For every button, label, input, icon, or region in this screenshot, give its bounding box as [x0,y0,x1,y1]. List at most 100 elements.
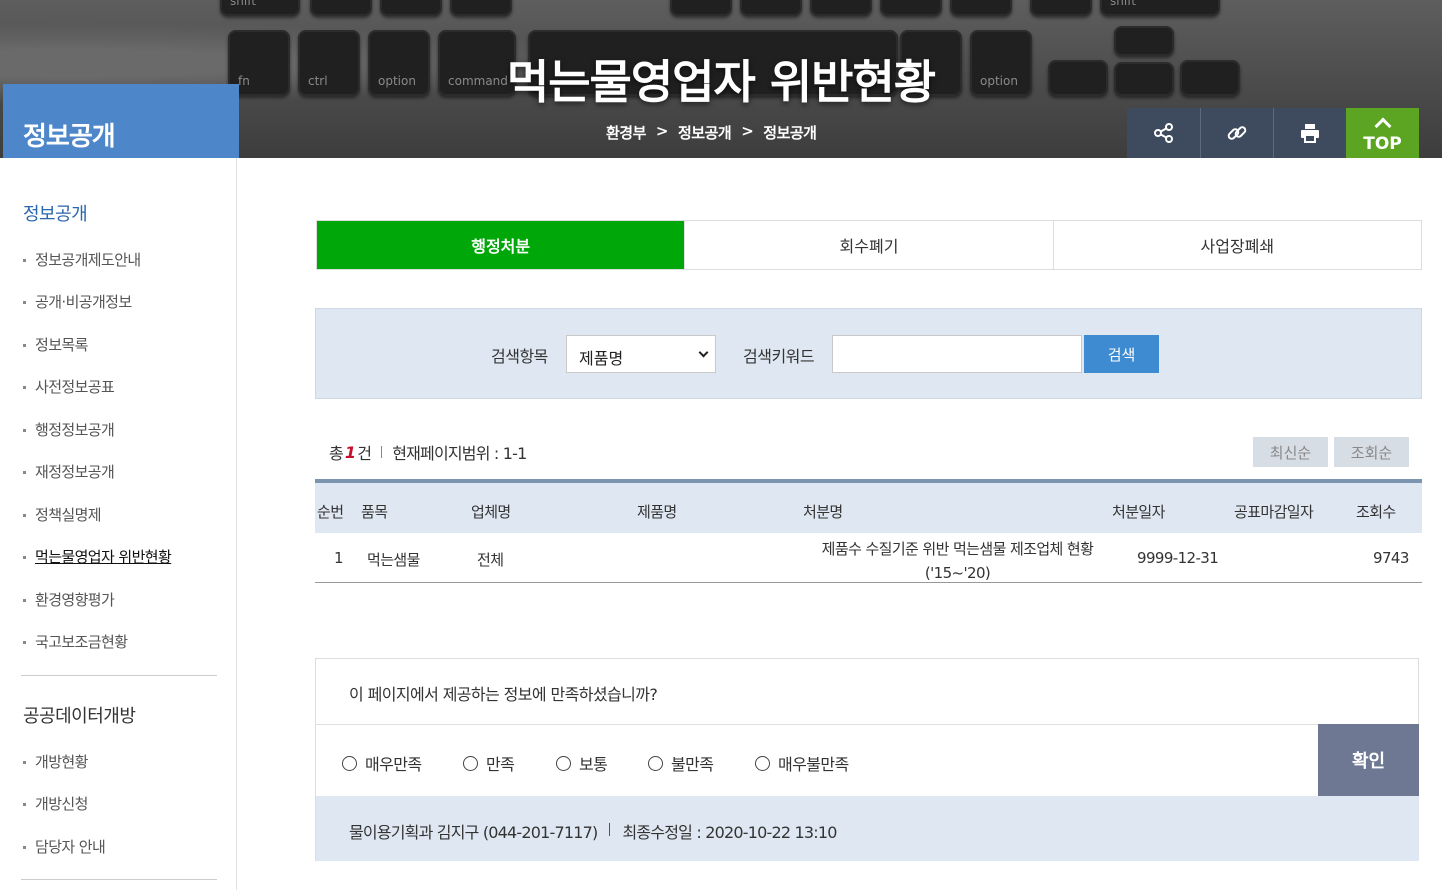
sidebar: 정보공개 정보공개제도안내 공개·비공개정보 정보목록 사전정보공표 행정정보공… [3,158,237,890]
share-button[interactable] [1127,108,1200,158]
rating-label: 매우만족 [365,755,422,774]
rating-label: 만족 [486,755,515,774]
divider [381,446,383,458]
sidebar-divider [21,675,217,676]
key [1030,0,1092,16]
cell-date: 9999-12-31 [1137,549,1219,567]
result-summary: 총 1 건 현재페이지범위 : 1-1 [329,440,527,464]
link-icon [1227,126,1247,140]
page-manager-info: 물이용기획과 김지구 (044-201-7117) 최종수정일 : 2020-1… [316,796,1419,861]
key [380,0,442,16]
rating-option-neutral[interactable]: 보통 [556,751,608,775]
sidebar-item[interactable]: 행정정보공개 [23,419,115,440]
key: shift [1100,0,1220,16]
sidebar-item[interactable]: 담당자 안내 [23,836,106,857]
tab-administrative-action[interactable]: 행정처분 [317,221,685,269]
search-field-label: 검색항목 [491,347,548,366]
key [670,0,732,16]
key [450,0,512,16]
search-keyword-label: 검색키워드 [743,347,815,366]
survey-question: 이 페이지에서 제공하는 정보에 만족하셨습니까? [349,685,658,704]
sidebar-item[interactable]: 환경영향평가 [23,589,115,610]
chevron-down-icon [698,347,709,358]
sidebar-item[interactable]: 정보공개제도안내 [23,249,141,270]
key-label: shift [1110,0,1136,8]
search-field-select[interactable]: 제품명 [566,335,716,373]
cell-item: 먹는샘물 [367,551,420,569]
sidebar-item[interactable]: 재정정보공개 [23,461,115,482]
sort-views-button[interactable]: 조회순 [1334,437,1409,467]
header-item: 품목 [361,503,388,521]
header-deadline: 공표마감일자 [1234,503,1314,521]
header-views: 조회수 [1356,503,1396,521]
page-range: 현재페이지범위 : 1-1 [392,444,527,463]
sidebar-item[interactable]: 정책실명제 [23,504,102,525]
breadcrumb-current[interactable]: 정보공개 [763,122,817,143]
satisfaction-survey: 이 페이지에서 제공하는 정보에 만족하셨습니까? 매우만족 만족 보통 불만족… [315,658,1419,861]
key [880,0,942,16]
key-label: shift [230,0,256,8]
disposition-line1: 제품수 수질기준 위반 먹는샘물 제조업체 현황 [821,540,1094,558]
key: shift [220,0,300,16]
header-product: 제품명 [637,503,677,521]
tab-business-closure[interactable]: 사업장폐쇄 [1052,221,1421,269]
total-prefix: 총 [329,444,344,463]
tab-recall[interactable]: 회수폐기 [684,221,1053,269]
cell-company: 전체 [477,551,504,569]
radio-button[interactable] [648,755,663,771]
rating-option-very-satisfied[interactable]: 매우만족 [342,751,422,775]
radio-button[interactable] [342,755,357,771]
print-button[interactable] [1273,108,1346,158]
results-table: 순번 품목 업체명 제품명 처분명 처분일자 공표마감일자 조회수 1 먹는샘물… [315,479,1422,583]
table-row[interactable]: 1 먹는샘물 전체 제품수 수질기준 위반 먹는샘물 제조업체 현황 ('15~… [315,533,1422,583]
radio-button[interactable] [755,755,770,771]
divider [609,823,611,836]
breadcrumb-home[interactable]: 환경부 [606,122,646,143]
total-suffix: 건 [357,444,372,463]
sort-latest-button[interactable]: 최신순 [1253,437,1328,467]
section-title: 정보공개 [3,84,239,158]
sidebar-group-title[interactable]: 정보공개 [3,200,88,226]
rating-label: 보통 [579,755,608,774]
divider [316,724,1318,725]
breadcrumb-item[interactable]: 정보공개 [678,122,732,143]
sidebar-item-active[interactable]: 먹는물영업자 위반현황 [23,546,172,567]
tab-bar: 행정처분 회수폐기 사업장폐쇄 [316,220,1422,270]
search-button[interactable]: 검색 [1084,335,1159,373]
key [810,0,872,16]
search-field-value: 제품명 [579,349,624,368]
rating-option-very-dissatisfied[interactable]: 매우불만족 [755,751,849,775]
cell-disposition[interactable]: 제품수 수질기준 위반 먹는샘물 제조업체 현황 ('15~'20) [805,537,1110,585]
radio-button[interactable] [463,755,478,771]
header-banner: fn ctrl option command option shift shif… [0,0,1442,158]
sidebar-item[interactable]: 개방현황 [23,751,88,772]
sidebar-item[interactable]: 공개·비공개정보 [23,291,132,312]
header-date: 처분일자 [1112,503,1165,521]
contact-info: 물이용기획과 김지구 (044-201-7117) [349,823,598,842]
sidebar-item[interactable]: 정보목록 [23,334,88,355]
search-panel: 검색항목 제품명 검색키워드 검색 [315,308,1422,399]
total-count: 1 [344,442,356,462]
cell-views: 9743 [1373,549,1409,567]
sidebar-group-title[interactable]: 공공데이터개방 [3,702,136,728]
scroll-top-button[interactable]: TOP [1346,108,1419,158]
survey-confirm-button[interactable]: 확인 [1318,724,1419,796]
share-icon [1153,123,1173,143]
breadcrumb: 환경부 > 정보공개 > 정보공개 [606,122,817,143]
sidebar-item[interactable]: 사전정보공표 [23,376,115,397]
key [950,0,1012,16]
search-keyword-input[interactable] [832,335,1082,373]
header-company: 업체명 [471,503,511,521]
copy-link-button[interactable] [1200,108,1273,158]
radio-button[interactable] [556,755,571,771]
rating-option-dissatisfied[interactable]: 불만족 [648,751,714,775]
rating-label: 불만족 [671,755,714,774]
top-label: TOP [1363,133,1402,154]
key [310,0,372,16]
print-icon [1301,124,1319,143]
sidebar-item[interactable]: 개방신청 [23,793,88,814]
rating-option-satisfied[interactable]: 만족 [463,751,515,775]
sidebar-item[interactable]: 국고보조금현황 [23,631,128,652]
rating-label: 매우불만족 [778,755,849,774]
cell-no: 1 [334,549,344,567]
